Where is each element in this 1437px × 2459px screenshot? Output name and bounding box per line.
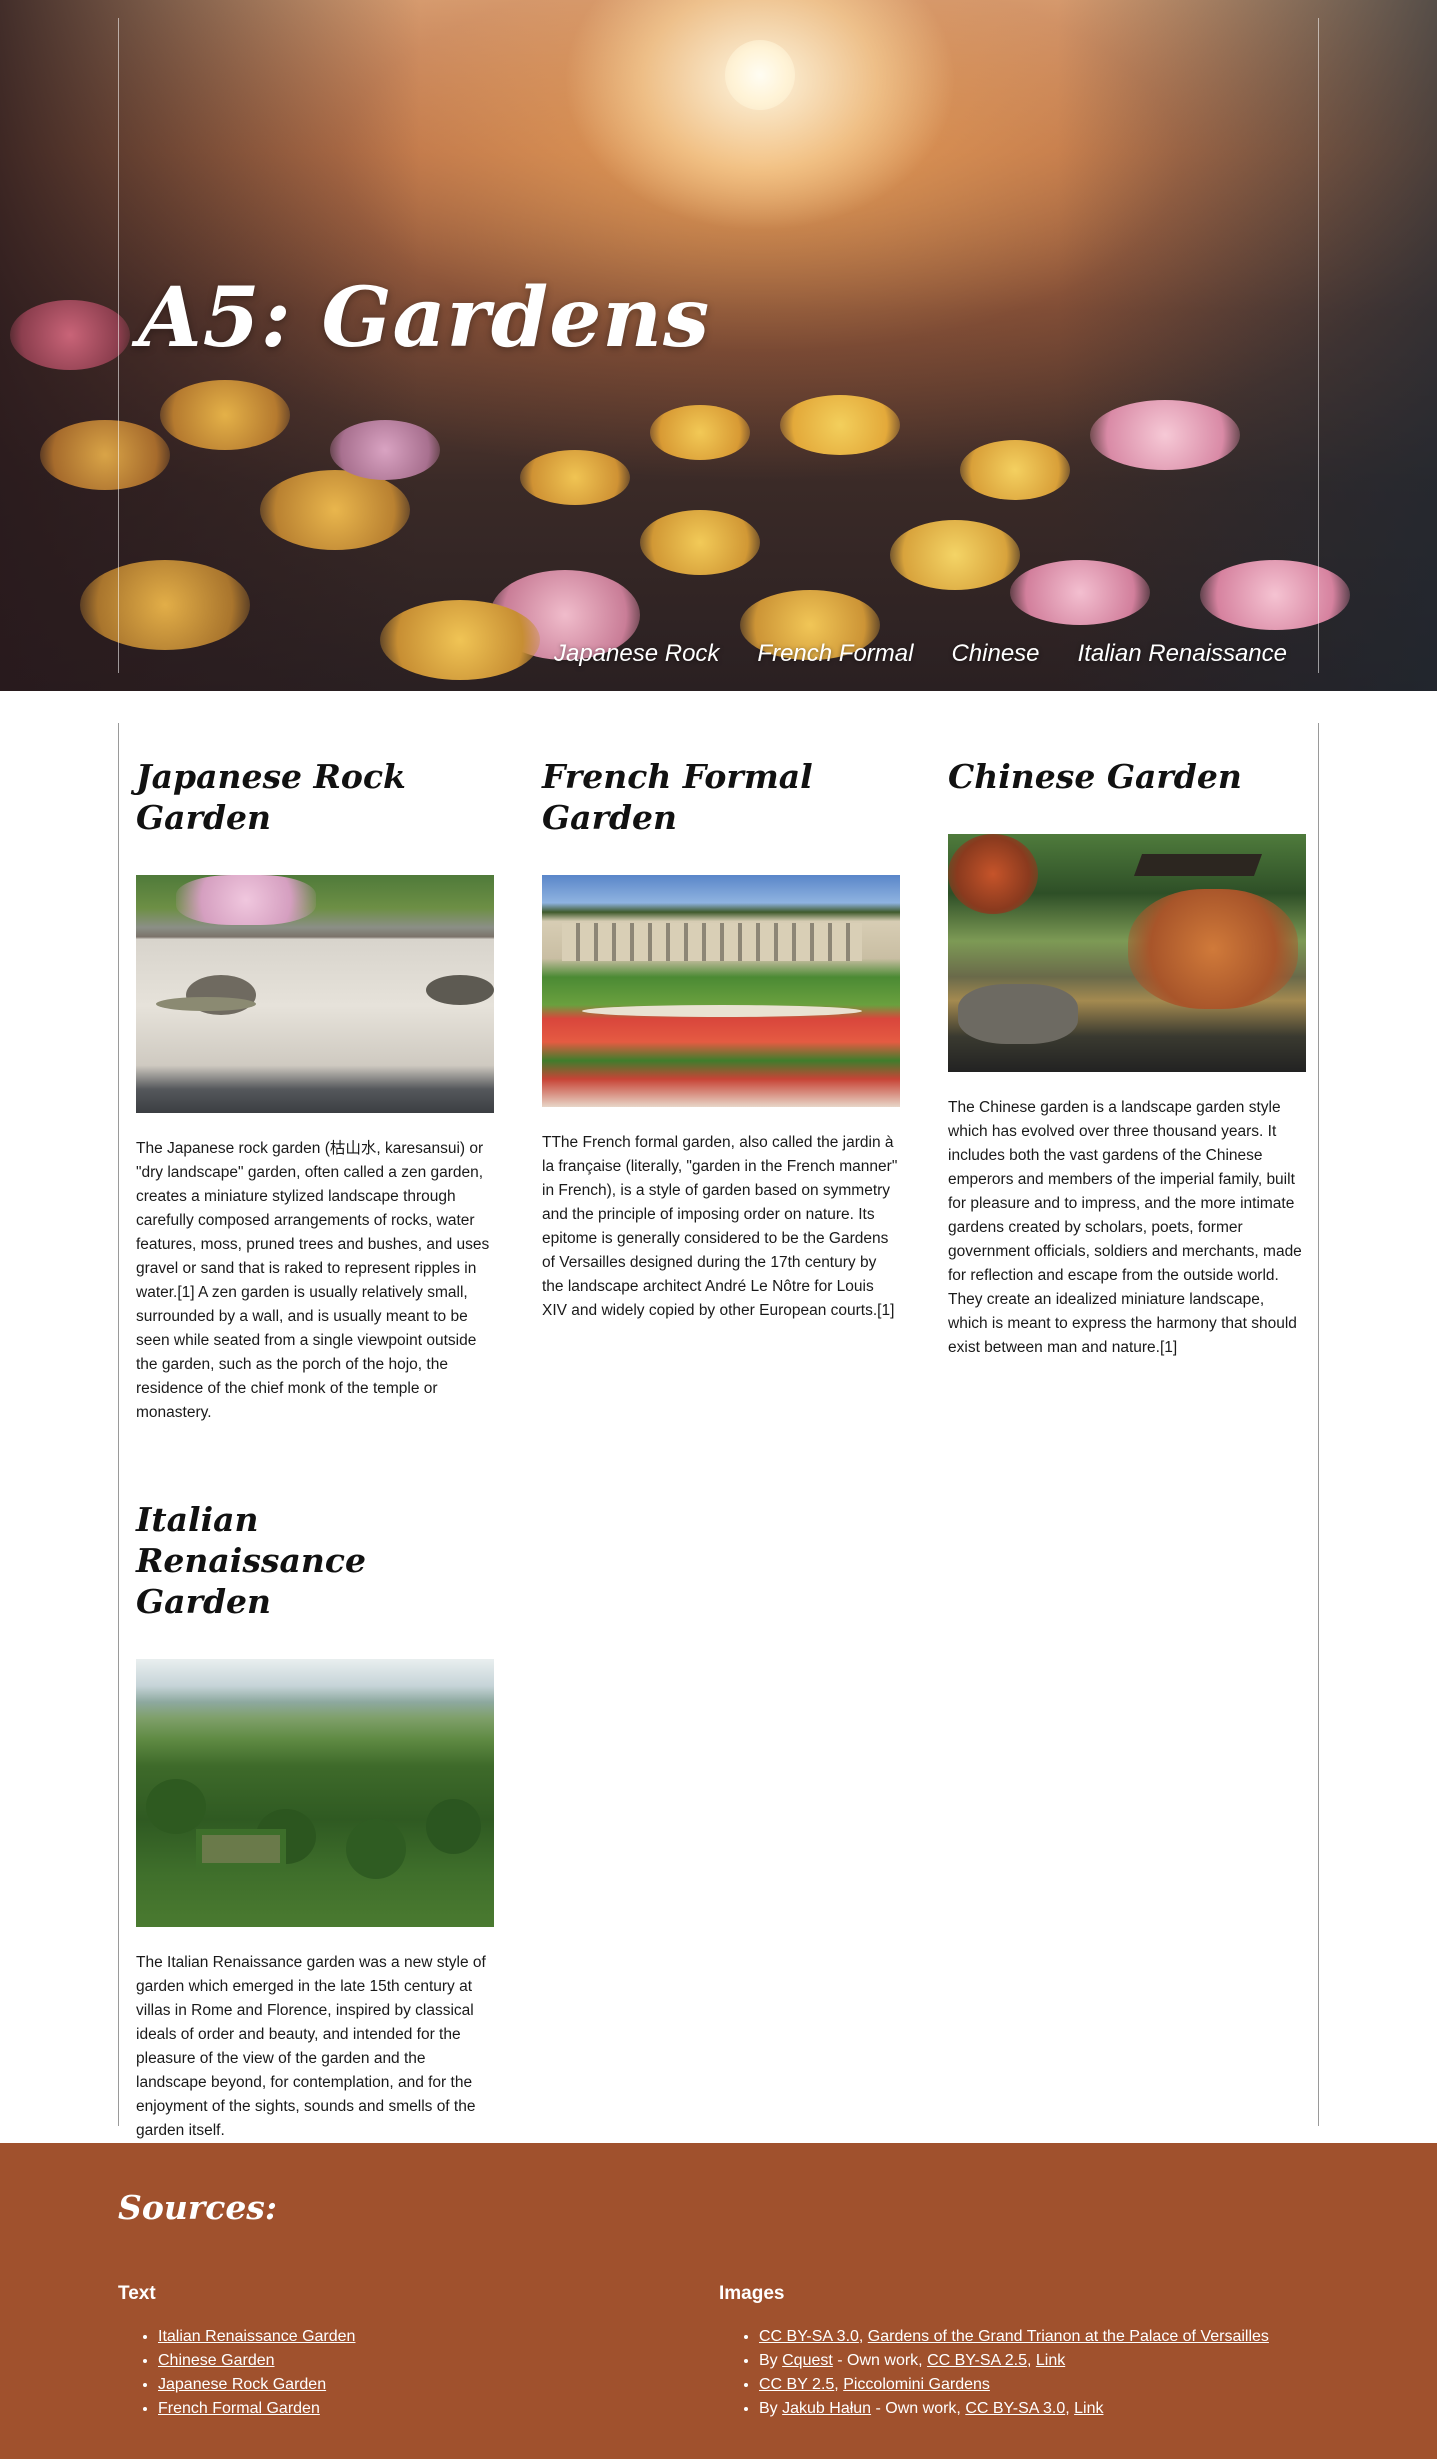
list-item: By Jakub Hałun - Own work, CC BY-SA 3.0,… (759, 2397, 1269, 2421)
italian-renaissance-garden-photo (136, 1659, 494, 1927)
license-link[interactable]: CC BY-SA 2.5 (927, 2352, 1027, 2369)
attribution-prefix: By (759, 2352, 783, 2369)
source-link-french-formal[interactable]: French Formal Garden (158, 2400, 320, 2417)
nav-link-french-formal[interactable]: French Formal (757, 640, 913, 668)
image-sources: Images CC BY-SA 3.0, Gardens of the Gran… (719, 2283, 1269, 2421)
garden-description: TThe French formal garden, also called t… (542, 1134, 898, 1319)
garden-title: Italian Renaissance Garden (136, 1500, 366, 1621)
garden-title: Chinese Garden (948, 757, 1242, 796)
hero-frame-line-left (118, 18, 119, 673)
author-link[interactable]: Jakub Hałun (782, 2400, 871, 2417)
site-title: A5: Gardens (138, 270, 711, 366)
nav-link-japanese-rock[interactable]: Japanese Rock (554, 640, 719, 668)
main-content: Japanese Rock Garden The Japanese rock g… (118, 723, 1319, 2139)
image-sources-heading: Images (719, 2283, 785, 2304)
image-source-link[interactable]: Gardens of the Grand Trianon at the Pala… (868, 2328, 1269, 2345)
list-item: Japanese Rock Garden (158, 2373, 355, 2397)
garden-card-chinese: Chinese Garden The Chinese garden is a l… (948, 756, 1306, 1360)
main-nav: Japanese Rock French Formal Chinese Ital… (554, 640, 1287, 668)
sources-heading: Sources: (118, 2188, 278, 2227)
sources-footer: Sources: Text Italian Renaissance Garden… (0, 2143, 1437, 2459)
garden-card-italian-renaissance: Italian Renaissance Garden The Italian R… (136, 1499, 494, 2143)
hero-banner: A5: Gardens Japanese Rock French Formal … (0, 0, 1437, 691)
chinese-garden-photo (948, 834, 1306, 1072)
garden-description: The Italian Renaissance garden was a new… (136, 1954, 486, 2139)
attribution-prefix: By (759, 2400, 783, 2417)
nav-link-italian-renaissance[interactable]: Italian Renaissance (1078, 640, 1287, 668)
author-link[interactable]: Cquest (782, 2352, 833, 2369)
attribution-text: - Own work, (871, 2400, 966, 2417)
license-link[interactable]: CC BY-SA 3.0 (965, 2400, 1065, 2417)
list-item: CC BY-SA 3.0, Gardens of the Grand Trian… (759, 2325, 1269, 2349)
french-formal-garden-photo (542, 875, 900, 1107)
attribution-text: - Own work, (832, 2352, 928, 2369)
garden-title: French Formal Garden (542, 757, 813, 837)
garden-description: The Japanese rock garden (枯山水, karesansu… (136, 1140, 490, 1421)
source-link-japanese-rock[interactable]: Japanese Rock Garden (158, 2376, 326, 2393)
license-link[interactable]: CC BY 2.5 (759, 2376, 834, 2393)
list-item: Chinese Garden (158, 2349, 355, 2373)
garden-description: The Chinese garden is a landscape garden… (948, 1099, 1302, 1356)
garden-card-japanese-rock: Japanese Rock Garden The Japanese rock g… (136, 756, 494, 1425)
image-sources-list: CC BY-SA 3.0, Gardens of the Grand Trian… (719, 2325, 1269, 2421)
separator-text: , (1065, 2400, 1075, 2417)
sun-glow (725, 40, 795, 110)
garden-title: Japanese Rock Garden (136, 757, 406, 837)
list-item: Italian Renaissance Garden (158, 2325, 355, 2349)
text-sources-list: Italian Renaissance Garden Chinese Garde… (118, 2325, 355, 2421)
image-source-link[interactable]: Link (1074, 2400, 1103, 2417)
license-link[interactable]: CC BY-SA 3.0 (759, 2328, 859, 2345)
separator-text: , (834, 2376, 844, 2393)
list-item: French Formal Garden (158, 2397, 355, 2421)
image-source-link[interactable]: Piccolomini Gardens (843, 2376, 990, 2393)
text-sources: Text Italian Renaissance Garden Chinese … (118, 2283, 355, 2421)
separator-text: , (1026, 2352, 1036, 2369)
separator-text: , (858, 2328, 868, 2345)
list-item: CC BY 2.5, Piccolomini Gardens (759, 2373, 1269, 2397)
list-item: By Cquest - Own work, CC BY-SA 2.5, Link (759, 2349, 1269, 2373)
japanese-rock-garden-photo (136, 875, 494, 1113)
source-link-italian-renaissance[interactable]: Italian Renaissance Garden (158, 2328, 355, 2345)
image-source-link[interactable]: Link (1036, 2352, 1065, 2369)
text-sources-heading: Text (118, 2283, 156, 2304)
garden-card-french-formal: French Formal Garden TThe French formal … (542, 756, 900, 1323)
nav-link-chinese[interactable]: Chinese (951, 640, 1039, 668)
hero-frame-line-right (1318, 18, 1319, 673)
source-link-chinese[interactable]: Chinese Garden (158, 2352, 275, 2369)
